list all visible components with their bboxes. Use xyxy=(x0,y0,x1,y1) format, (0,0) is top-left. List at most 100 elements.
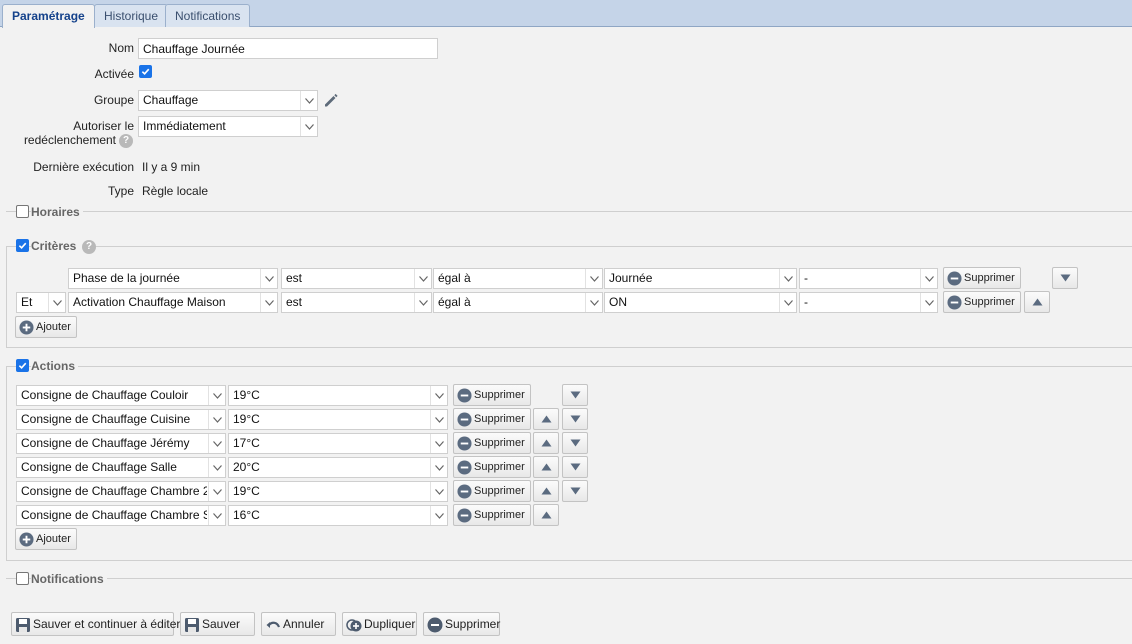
move-up-button[interactable] xyxy=(1024,291,1050,313)
chevron-down-icon[interactable] xyxy=(430,506,447,525)
criteria-add-button[interactable]: Ajouter xyxy=(15,316,77,338)
chevron-down-icon[interactable] xyxy=(414,269,431,288)
action-value-select[interactable]: 19°C xyxy=(228,481,448,502)
move-down-button[interactable] xyxy=(562,480,588,502)
criteria-operator-select[interactable]: égal à xyxy=(433,268,603,289)
chevron-down-icon[interactable] xyxy=(430,458,447,477)
criteria-connector-select[interactable]: Et xyxy=(16,292,66,313)
criteria-operator-select[interactable]: égal à xyxy=(433,292,603,313)
action-device-select[interactable]: Consigne de Chauffage Couloir xyxy=(16,385,226,406)
save-button[interactable]: Sauver xyxy=(180,612,255,636)
chevron-down-icon[interactable] xyxy=(585,269,602,288)
horaires-checkbox[interactable] xyxy=(16,205,29,218)
group-select[interactable]: Chauffage xyxy=(138,90,318,111)
chevron-down-icon[interactable] xyxy=(585,293,602,312)
move-down-button[interactable] xyxy=(1052,267,1078,289)
chevron-down-icon[interactable] xyxy=(208,410,225,429)
action-delete-button[interactable]: Supprimer xyxy=(453,432,531,454)
notifications-checkbox[interactable] xyxy=(16,572,29,585)
duplicate-button[interactable]: Dupliquer xyxy=(342,612,417,636)
action-value-value: 19°C xyxy=(233,412,260,426)
action-delete-button[interactable]: Supprimer xyxy=(453,504,531,526)
action-device-select[interactable]: Consigne de Chauffage Chambre 2 xyxy=(16,481,226,502)
chevron-down-icon[interactable] xyxy=(414,293,431,312)
chevron-down-icon[interactable] xyxy=(779,293,796,312)
criteria-delete-button[interactable]: Supprimer xyxy=(943,291,1021,313)
delete-label: Supprimer xyxy=(474,413,525,425)
action-device-value: Consigne de Chauffage Jérémy xyxy=(21,436,190,450)
actions-add-button[interactable]: Ajouter xyxy=(15,528,77,550)
criteria-verb-select[interactable]: est xyxy=(281,292,432,313)
pencil-edit-icon[interactable] xyxy=(322,91,340,109)
criteria-verb-select[interactable]: est xyxy=(281,268,432,289)
criteria-delete-button[interactable]: Supprimer xyxy=(943,267,1021,289)
help-icon[interactable]: ? xyxy=(82,240,96,254)
retrigger-select[interactable]: Immédiatement xyxy=(138,116,318,137)
chevron-down-icon[interactable] xyxy=(208,458,225,477)
criteria-extra-select[interactable]: - xyxy=(799,292,938,313)
actions-checkbox[interactable] xyxy=(16,359,29,372)
chevron-down-icon[interactable] xyxy=(260,269,277,288)
name-field[interactable] xyxy=(138,38,438,59)
move-up-button[interactable] xyxy=(533,504,559,526)
chevron-down-icon[interactable] xyxy=(430,410,447,429)
chevron-down-icon[interactable] xyxy=(260,293,277,312)
chevron-down-icon[interactable] xyxy=(208,482,225,501)
action-delete-button[interactable]: Supprimer xyxy=(453,480,531,502)
chevron-down-icon[interactable] xyxy=(208,386,225,405)
criteria-value-select[interactable]: Journée xyxy=(604,268,797,289)
cancel-button[interactable]: Annuler xyxy=(261,612,336,636)
chevron-down-icon[interactable] xyxy=(430,482,447,501)
action-delete-button[interactable]: Supprimer xyxy=(453,408,531,430)
action-device-select[interactable]: Consigne de Chauffage Salle xyxy=(16,457,226,478)
chevron-down-icon[interactable] xyxy=(779,269,796,288)
chevron-down-icon[interactable] xyxy=(48,293,65,312)
criteria-subject-select[interactable]: Phase de la journée xyxy=(68,268,278,289)
tab-notifications[interactable]: Notifications xyxy=(165,4,251,27)
move-up-button[interactable] xyxy=(533,480,559,502)
chevron-down-icon[interactable] xyxy=(920,293,937,312)
save-continue-button[interactable]: Sauver et continuer à éditer xyxy=(11,612,180,636)
last-exec-value: Il y a 9 min xyxy=(142,160,201,174)
chevron-down-icon[interactable] xyxy=(208,434,225,453)
move-down-button[interactable] xyxy=(562,456,588,478)
tab-historique[interactable]: Historique xyxy=(94,4,169,27)
action-delete-button[interactable]: Supprimer xyxy=(453,384,531,406)
criteres-checkbox[interactable] xyxy=(16,239,29,252)
action-value-select[interactable]: 19°C xyxy=(228,385,448,406)
move-down-button[interactable] xyxy=(562,384,588,406)
chevron-down-icon[interactable] xyxy=(300,117,317,136)
chevron-down-icon[interactable] xyxy=(430,434,447,453)
action-device-select[interactable]: Consigne de Chauffage Chambre S xyxy=(16,505,226,526)
delete-rule-button[interactable]: Supprimer xyxy=(423,612,500,636)
action-value-select[interactable]: 19°C xyxy=(228,409,448,430)
action-delete-button[interactable]: Supprimer xyxy=(453,456,531,478)
help-icon[interactable]: ? xyxy=(119,134,133,148)
action-value-select[interactable]: 17°C xyxy=(228,433,448,454)
tab-parametrage[interactable]: Paramétrage xyxy=(2,4,95,28)
move-down-button[interactable] xyxy=(562,432,588,454)
action-value-select[interactable]: 16°C xyxy=(228,505,448,526)
criteria-extra-select[interactable]: - xyxy=(799,268,938,289)
move-up-button[interactable] xyxy=(533,432,559,454)
move-up-button[interactable] xyxy=(533,456,559,478)
chevron-down-icon[interactable] xyxy=(300,91,317,110)
move-up-button[interactable] xyxy=(533,408,559,430)
criteria-subject-select[interactable]: Activation Chauffage Maison xyxy=(68,292,278,313)
action-value-value: 16°C xyxy=(233,508,260,522)
action-value-select[interactable]: 20°C xyxy=(228,457,448,478)
chevron-down-icon[interactable] xyxy=(208,506,225,525)
check-icon xyxy=(141,68,150,76)
move-down-button[interactable] xyxy=(562,408,588,430)
chevron-down-icon[interactable] xyxy=(430,386,447,405)
chevron-down-icon[interactable] xyxy=(920,269,937,288)
action-device-select[interactable]: Consigne de Chauffage Cuisine xyxy=(16,409,226,430)
triangle-up-icon xyxy=(541,439,552,447)
notifications-title: Notifications xyxy=(31,572,107,586)
action-device-select[interactable]: Consigne de Chauffage Jérémy xyxy=(16,433,226,454)
minus-circle-icon xyxy=(457,484,472,499)
duplicate-label: Dupliquer xyxy=(364,617,416,631)
criteria-value-select[interactable]: ON xyxy=(604,292,797,313)
delete-label: Supprimer xyxy=(474,389,525,401)
enabled-checkbox[interactable] xyxy=(139,65,152,78)
